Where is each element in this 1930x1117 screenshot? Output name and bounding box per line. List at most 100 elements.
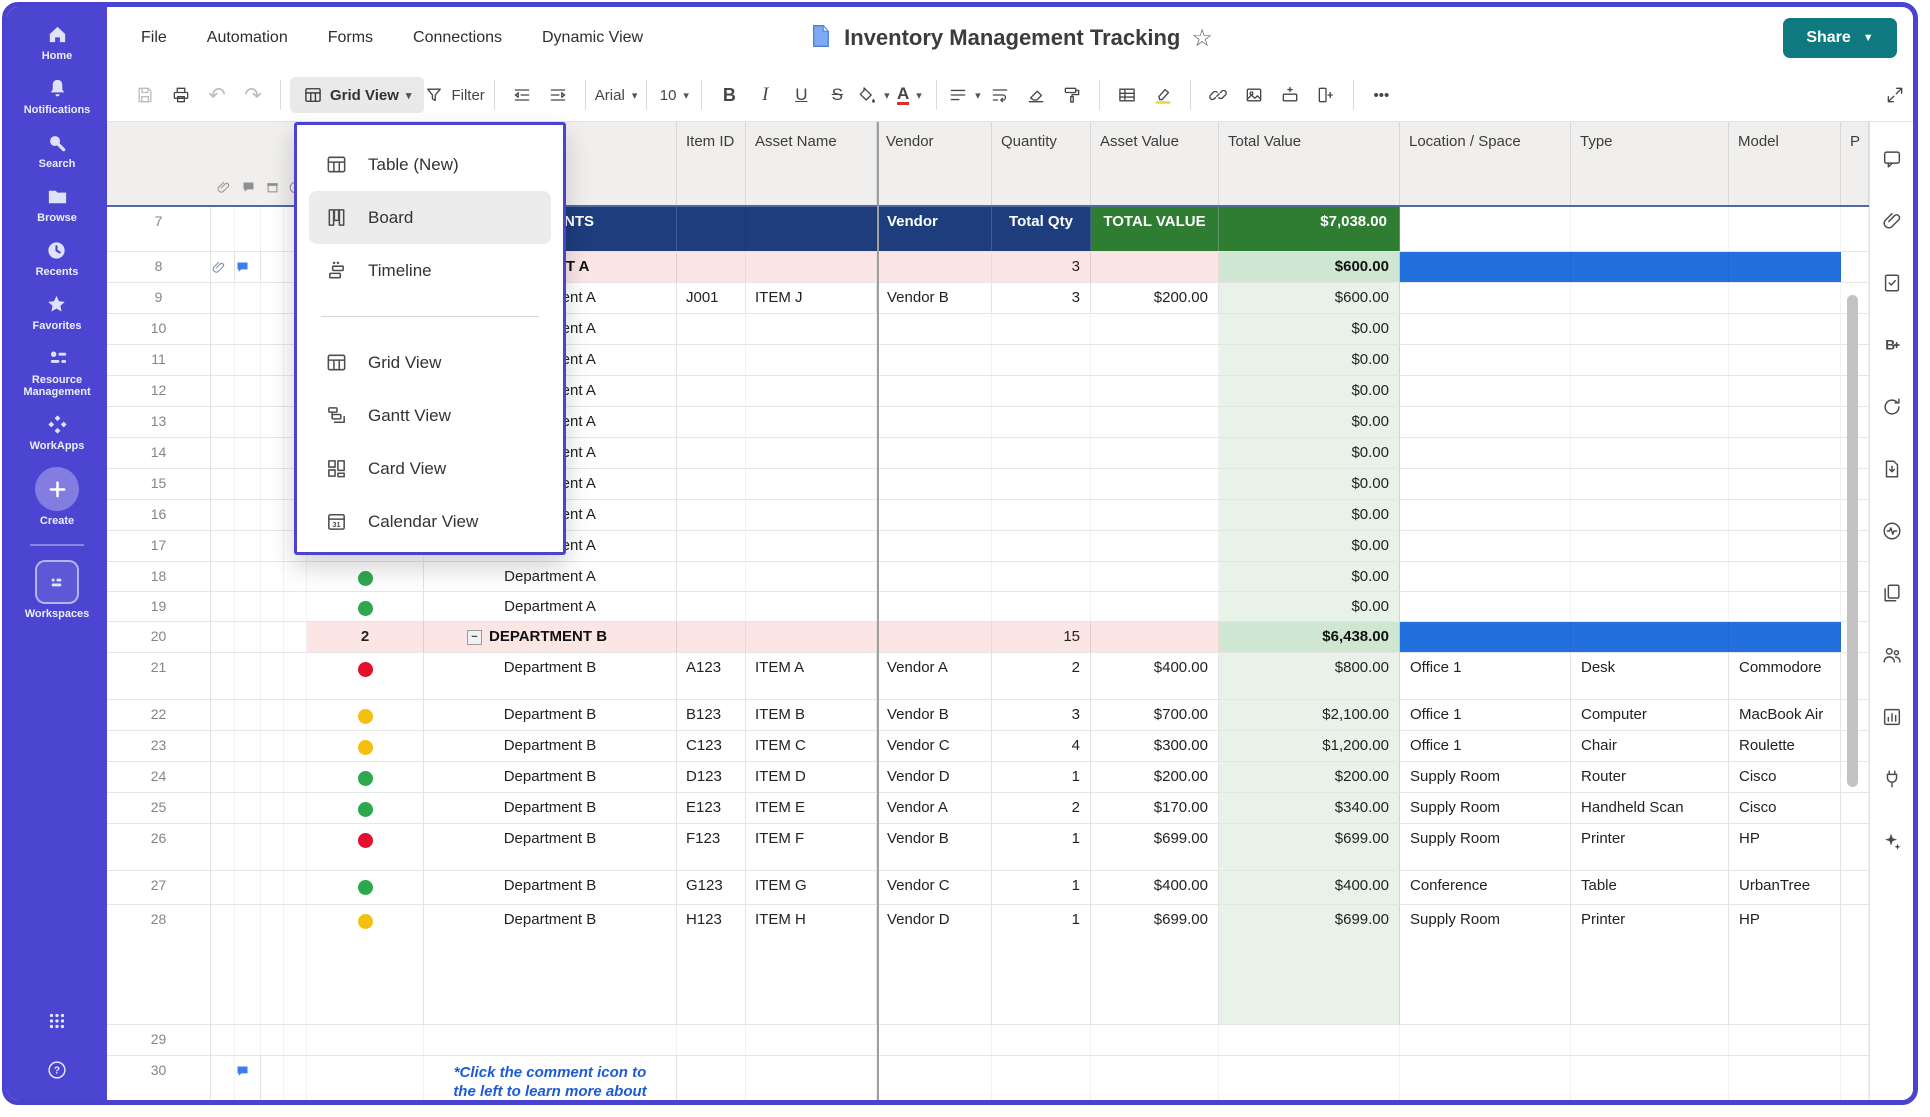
cell-dept[interactable]: Department B [424,905,677,1024]
cell-tval[interactable]: $340.00 [1219,793,1400,823]
cell-item[interactable]: J001 [677,283,746,313]
status-cell[interactable] [307,653,424,699]
save-button[interactable] [127,77,163,113]
cell-tval[interactable]: $699.00 [1219,824,1400,870]
rail-charts-icon[interactable] [1881,706,1903,733]
cell-item[interactable]: A123 [677,653,746,699]
format-painter-button[interactable] [1054,77,1090,113]
cell-aval[interactable]: $200.00 [1091,762,1219,792]
row-number[interactable]: 19 [107,592,211,621]
cell-tval[interactable]: $1,200.00 [1219,731,1400,761]
cell-tval[interactable]: $699.00 [1219,905,1400,1024]
cell-tval[interactable]: $2,100.00 [1219,700,1400,730]
rail-proofs-icon[interactable] [1881,272,1903,299]
align-button[interactable]: ▾ [946,77,982,113]
cell-qty[interactable]: 1 [992,762,1091,792]
rail-publish-icon[interactable] [1881,458,1903,485]
cell-asset[interactable]: ITEM B [746,700,877,730]
row-number[interactable]: 8 [107,252,211,282]
row-number[interactable]: 11 [107,345,211,375]
cell-tval[interactable]: $0.00 [1219,438,1400,468]
cell-tval[interactable]: $0.00 [1219,314,1400,344]
sidebar-item-recents[interactable]: Recents [36,239,79,278]
cell-tval[interactable]: $0.00 [1219,531,1400,561]
more-options-button[interactable]: ••• [1363,77,1399,113]
cell-model[interactable]: Cisco [1729,793,1841,823]
cell-vendor[interactable]: Vendor C [877,731,992,761]
comment-indicator[interactable] [235,252,261,282]
undo-button[interactable]: ↶ [199,77,235,113]
status-cell[interactable] [307,700,424,730]
sidebar-item-browse[interactable]: Browse [37,185,77,224]
sidebar-item-home[interactable]: Home [42,23,73,62]
cell-loc[interactable]: Conference [1400,871,1571,904]
cell-vendor[interactable]: Vendor D [877,905,992,1024]
cell-loc[interactable]: Supply Room [1400,793,1571,823]
cell-asset[interactable]: ITEM E [746,793,877,823]
gutter-header-comment-icon[interactable] [241,180,256,200]
gutter-header-archive-icon[interactable] [265,180,280,200]
cell-tval[interactable]: $0.00 [1219,407,1400,437]
row-number[interactable]: 13 [107,407,211,437]
cell-loc[interactable]: Supply Room [1400,905,1571,1024]
cell-qty[interactable]: 3 [992,283,1091,313]
cell-qty[interactable]: 3 [992,700,1091,730]
form-note[interactable]: *Click the comment icon tothe left to le… [424,1056,677,1100]
cell-tval[interactable]: $6,438.00 [1219,622,1400,652]
rail-contacts-icon[interactable] [1881,644,1903,671]
cell-item[interactable]: D123 [677,762,746,792]
collapse-toggle[interactable]: − [467,630,482,645]
cell-item[interactable]: G123 [677,871,746,904]
view-option-grid-view[interactable]: Grid View [297,336,563,389]
cell-aval[interactable]: $400.00 [1091,653,1219,699]
cell-dept[interactable]: Department B [424,731,677,761]
view-option-board[interactable]: Board [309,191,551,244]
row-number[interactable]: 25 [107,793,211,823]
status-cell[interactable] [307,905,424,1024]
row-number[interactable]: 16 [107,500,211,530]
indent-left-button[interactable] [504,77,540,113]
status-cell[interactable] [307,592,424,621]
cell-model[interactable]: HP [1729,824,1841,870]
cell-model[interactable]: UrbanTree [1729,871,1841,904]
sidebar-item-workapps[interactable]: WorkApps [30,413,85,452]
cell-vendor[interactable]: Vendor D [877,762,992,792]
row-number[interactable]: 26 [107,824,211,870]
column-header-item[interactable]: Item ID [677,122,746,205]
share-button[interactable]: Share ▼ [1783,18,1897,58]
cell-dept[interactable]: Department B [424,700,677,730]
cell-type[interactable]: Handheld Scan [1571,793,1729,823]
cell-loc[interactable]: Supply Room [1400,762,1571,792]
status-cell[interactable] [307,562,424,591]
cell-aval[interactable]: $300.00 [1091,731,1219,761]
cell-asset[interactable]: ITEM J [746,283,877,313]
menu-automation[interactable]: Automation [207,29,288,47]
fill-color-button[interactable]: ▾ [855,77,891,113]
cell-loc[interactable]: Supply Room [1400,824,1571,870]
cell-dept[interactable]: Department B [424,871,677,904]
cell-aval[interactable]: $699.00 [1091,824,1219,870]
view-option-timeline[interactable]: Timeline [297,244,563,297]
cell-tval[interactable]: $800.00 [1219,653,1400,699]
status-cell[interactable] [307,824,424,870]
sidebar-item-notifications[interactable]: Notifications [24,77,91,116]
comment-indicator[interactable] [235,1056,261,1100]
status-cell[interactable] [307,762,424,792]
cell-aval[interactable]: $170.00 [1091,793,1219,823]
rail-activity-log-icon[interactable] [1881,520,1903,547]
cell-asset[interactable]: ITEM G [746,871,877,904]
row-number[interactable]: 18 [107,562,211,591]
gutter-header-attachment-icon[interactable] [216,180,231,200]
cell-aval[interactable]: $200.00 [1091,283,1219,313]
rail-ai-sparkle-icon[interactable] [1881,830,1903,857]
print-button[interactable] [163,77,199,113]
sidebar-item-search[interactable]: Search [39,131,76,170]
cell-item[interactable]: C123 [677,731,746,761]
cell-loc[interactable]: Office 1 [1400,653,1571,699]
help-button[interactable]: ? [46,1059,68,1086]
sidebar-item-favorites[interactable]: Favorites [33,293,82,332]
row-number[interactable]: 20 [107,622,211,652]
cell-model[interactable]: HP [1729,905,1841,1024]
cell-model[interactable]: Roulette [1729,731,1841,761]
cell-qty[interactable]: 1 [992,871,1091,904]
